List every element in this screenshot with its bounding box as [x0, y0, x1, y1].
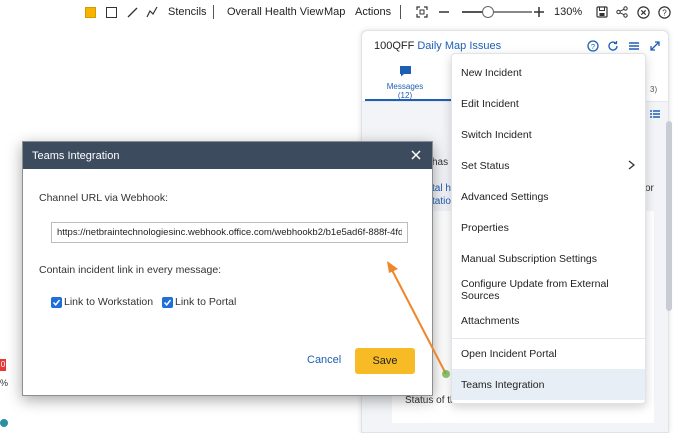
menu-item-properties[interactable]: Properties — [452, 212, 645, 243]
checkmark-icon — [162, 296, 173, 308]
tab-messages-label: Messages (12) — [386, 82, 424, 100]
device-node-icon[interactable] — [0, 419, 8, 427]
message-link-fragment[interactable]: tatio — [432, 196, 451, 207]
svg-text:?: ? — [662, 8, 667, 17]
dialog-title: Teams Integration — [32, 150, 120, 162]
menu-item-open-incident-portal[interactable]: Open Incident Portal — [452, 338, 645, 369]
menu-item-configure-update[interactable]: Configure Update from External Sources — [452, 274, 645, 305]
link-to-portal-label: Link to Portal — [175, 296, 237, 308]
teams-integration-dialog: Teams Integration Channel URL via Webhoo… — [22, 141, 433, 396]
status-text: Status of th — [405, 395, 456, 406]
message-text-fragment: or — [645, 183, 654, 194]
help-icon[interactable]: ? — [656, 4, 672, 20]
webhook-url-input[interactable] — [51, 222, 408, 243]
panel-scrollbar[interactable] — [666, 121, 672, 311]
menu-item-attachments[interactable]: Attachments — [452, 305, 645, 336]
menu-item-teams-integration[interactable]: Teams Integration — [452, 369, 645, 400]
map-menu[interactable]: Map — [324, 4, 345, 20]
incident-actions-menu: New Incident Edit Incident Switch Incide… — [451, 53, 646, 404]
top-toolbar: Stencils Overall Health View Map Actions… — [0, 0, 682, 24]
zoom-slider[interactable] — [462, 6, 532, 18]
expand-icon[interactable] — [648, 39, 662, 53]
menu-item-manual-subscription-settings[interactable]: Manual Subscription Settings — [452, 243, 645, 274]
contain-link-label: Contain incident link in every message: — [39, 264, 222, 276]
cancel-button[interactable]: Cancel — [307, 354, 341, 366]
canvas-percent-text: % — [0, 378, 9, 388]
rectangle-icon[interactable] — [106, 4, 117, 20]
message-icon — [399, 66, 411, 77]
menu-item-advanced-settings[interactable]: Advanced Settings — [452, 181, 645, 212]
toolbar-divider — [400, 5, 401, 19]
menu-item-edit-incident[interactable]: Edit Incident — [452, 88, 645, 119]
fit-screen-icon[interactable] — [414, 4, 430, 20]
link-to-portal-checkbox[interactable]: Link to Portal — [162, 296, 236, 308]
menu-item-new-incident[interactable]: New Incident — [452, 57, 645, 88]
list-view-icon[interactable] — [650, 109, 660, 122]
tab-count: 3) — [650, 85, 658, 94]
zoom-out-icon[interactable] — [436, 4, 452, 20]
close-icon[interactable] — [409, 148, 423, 162]
tab-active-indicator — [365, 99, 451, 101]
zoom-in-icon[interactable] — [531, 4, 547, 20]
panel-title: 100QFF Daily Map Issues — [374, 40, 501, 52]
actions-menu[interactable]: Actions — [355, 4, 391, 20]
save-button[interactable]: Save — [355, 348, 415, 374]
line-icon[interactable] — [127, 4, 138, 20]
incident-name[interactable]: Daily Map Issues — [417, 40, 501, 52]
save-map-icon[interactable] — [594, 4, 610, 20]
stencils-menu[interactable]: Stencils — [168, 4, 207, 20]
refresh-icon[interactable] — [606, 39, 620, 53]
link-to-workstation-label: Link to Workstation — [64, 296, 154, 308]
tab-messages[interactable]: Messages (12) — [380, 65, 430, 100]
help-icon[interactable]: ? — [586, 39, 600, 53]
menu-item-switch-incident[interactable]: Switch Incident — [452, 119, 645, 150]
channel-url-label: Channel URL via Webhook: — [39, 192, 168, 204]
incident-id: 100QFF — [374, 40, 415, 52]
close-circle-icon[interactable] — [635, 4, 651, 20]
zoom-level: 130% — [554, 6, 583, 18]
menu-icon[interactable] — [627, 39, 641, 53]
device-alert-badge: 0 — [0, 359, 6, 371]
menu-item-set-status[interactable]: Set Status — [452, 150, 645, 181]
dialog-header: Teams Integration — [23, 142, 432, 169]
sticky-note-icon[interactable] — [85, 4, 96, 20]
chevron-right-icon — [628, 160, 636, 173]
toolbar-divider — [213, 5, 214, 19]
overall-health-view-menu[interactable]: Overall Health View — [227, 4, 323, 20]
share-icon[interactable] — [614, 4, 630, 20]
svg-text:?: ? — [591, 42, 595, 51]
zoom-slider-handle[interactable] — [481, 6, 494, 18]
polyline-icon[interactable] — [146, 4, 158, 20]
checkmark-icon — [51, 296, 62, 308]
link-to-workstation-checkbox[interactable]: Link to Workstation — [51, 296, 153, 308]
